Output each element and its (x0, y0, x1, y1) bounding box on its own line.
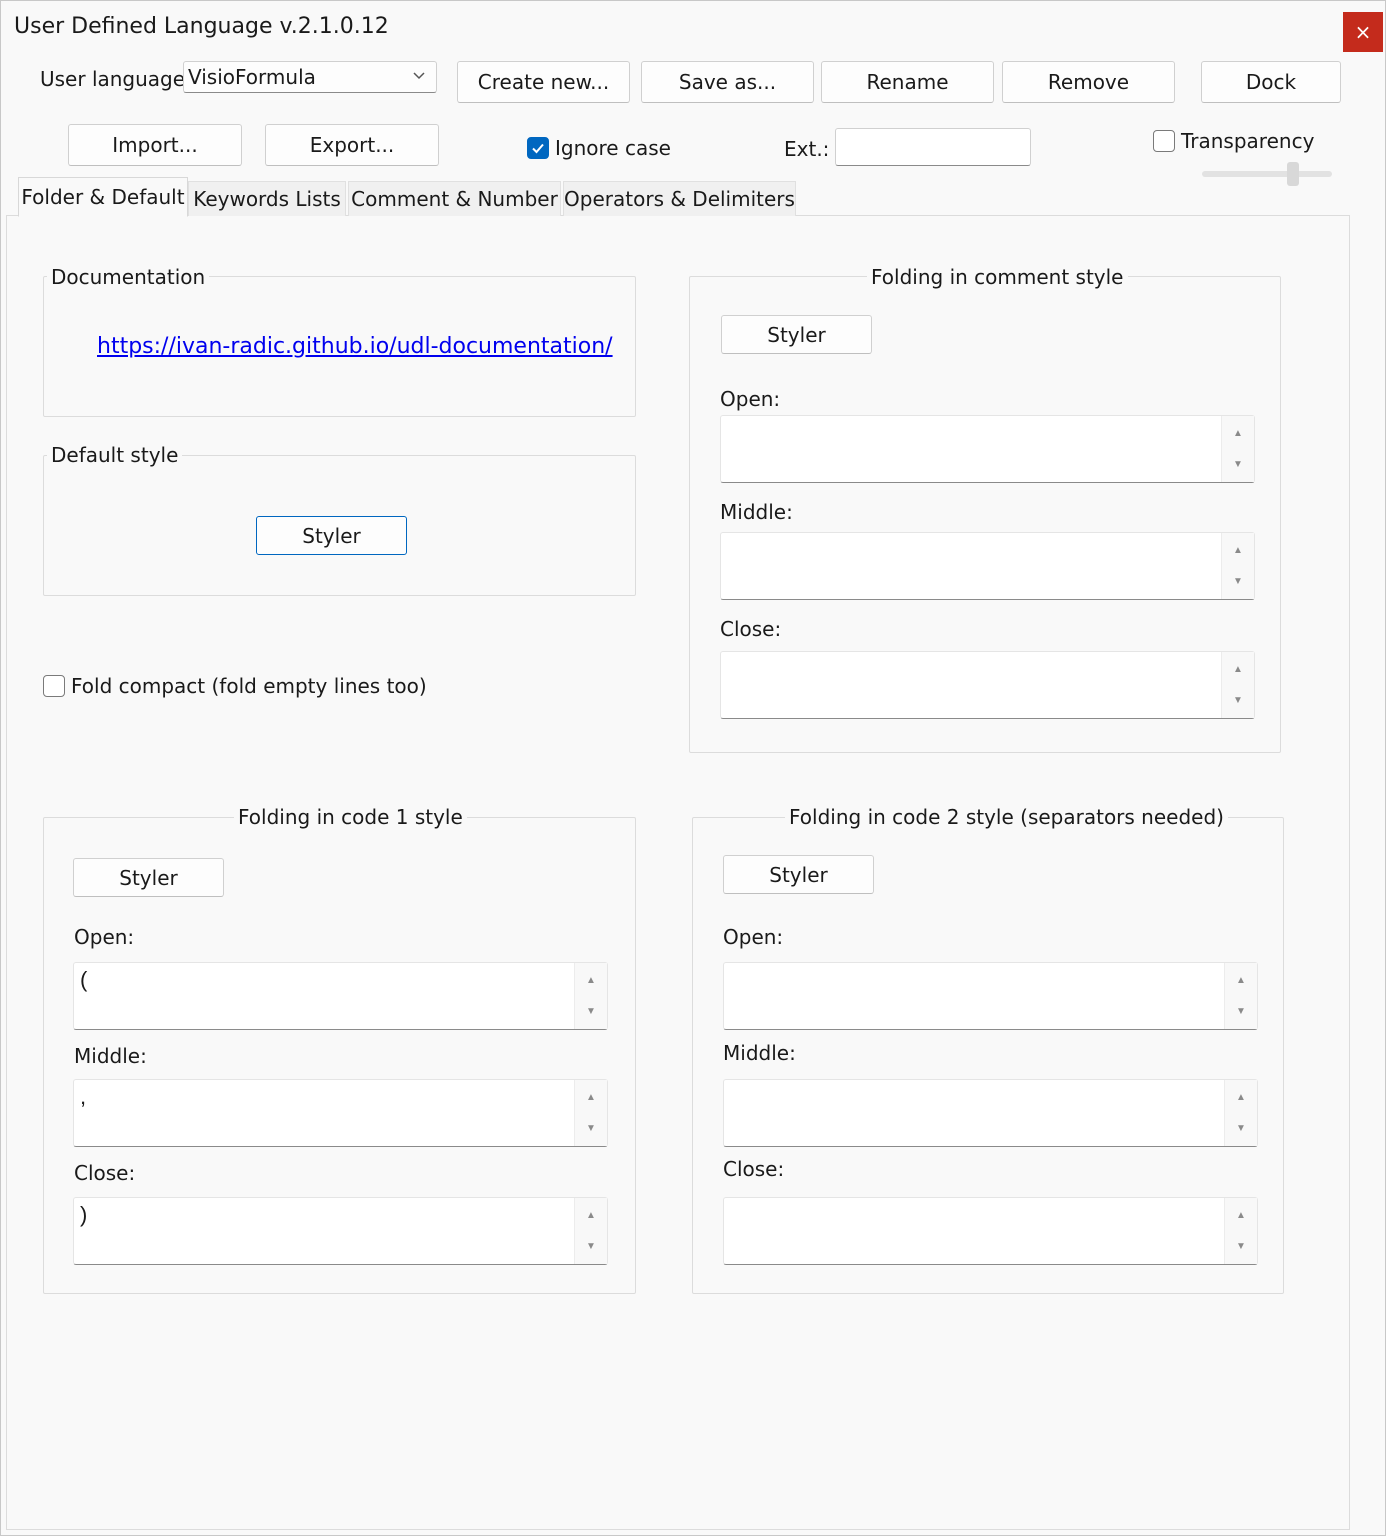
fold-compact-label: Fold compact (fold empty lines too) (71, 674, 427, 698)
transparency-slider-thumb[interactable] (1287, 162, 1299, 186)
folding-code1-open-label: Open: (74, 925, 135, 949)
scroll-down-icon[interactable]: ▼ (1225, 1006, 1257, 1017)
folding-comment-middle-label: Middle: (720, 500, 793, 524)
documentation-link[interactable]: https://ivan-radic.github.io/udl-documen… (97, 334, 613, 359)
window-title: User Defined Language v.2.1.0.12 (14, 14, 389, 39)
scroll-down-icon[interactable]: ▼ (1225, 1123, 1257, 1134)
close-icon: × (1354, 20, 1372, 44)
scroll-up-icon[interactable]: ▲ (1222, 428, 1254, 439)
scrollbar[interactable]: ▲ ▼ (1221, 652, 1254, 718)
ignore-case-checkbox[interactable] (527, 137, 549, 159)
ignore-case-label: Ignore case (555, 136, 671, 160)
tab-folder-default[interactable]: Folder & Default (18, 177, 188, 217)
transparency-label: Transparency (1181, 129, 1315, 153)
scrollbar[interactable]: ▲ ▼ (574, 1198, 607, 1264)
remove-button[interactable]: Remove (1002, 61, 1175, 103)
scroll-up-icon[interactable]: ▲ (1225, 975, 1257, 986)
folding-code1-open-value: ( (80, 967, 88, 992)
scroll-up-icon[interactable]: ▲ (575, 1210, 607, 1221)
scroll-down-icon[interactable]: ▼ (1222, 576, 1254, 587)
folding-code2-middle-input[interactable]: ▲ ▼ (723, 1079, 1258, 1147)
folding-code1-close-value: ) (80, 1202, 88, 1227)
user-language-label: User language: (40, 67, 192, 91)
folding-comment-title: Folding in comment style (867, 265, 1128, 289)
folding-code1-close-input[interactable]: ) ▲ ▼ (73, 1197, 608, 1265)
scroll-down-icon[interactable]: ▼ (1222, 695, 1254, 706)
transparency-slider[interactable] (1202, 171, 1332, 177)
ext-input[interactable] (835, 128, 1031, 166)
chevron-down-icon (402, 69, 436, 85)
scrollbar[interactable]: ▲ ▼ (1224, 1198, 1257, 1264)
folding-code1-middle-input[interactable]: , ▲ ▼ (73, 1079, 608, 1147)
scroll-up-icon[interactable]: ▲ (1225, 1210, 1257, 1221)
tab-operators-delimiters[interactable]: Operators & Delimiters (563, 181, 796, 216)
save-as-button[interactable]: Save as... (641, 61, 814, 103)
scroll-down-icon[interactable]: ▼ (575, 1006, 607, 1017)
folding-comment-middle-input[interactable]: ▲ ▼ (720, 532, 1255, 600)
folding-comment-open-label: Open: (720, 387, 781, 411)
scroll-up-icon[interactable]: ▲ (1225, 1092, 1257, 1103)
folding-comment-close-label: Close: (720, 617, 782, 641)
default-style-title: Default style (47, 443, 183, 467)
folding-comment-open-input[interactable]: ▲ ▼ (720, 415, 1255, 483)
folding-comment-close-input[interactable]: ▲ ▼ (720, 651, 1255, 719)
transparency-checkbox[interactable] (1153, 130, 1175, 152)
export-button[interactable]: Export... (265, 124, 439, 166)
documentation-title: Documentation (47, 265, 210, 289)
scroll-down-icon[interactable]: ▼ (1222, 459, 1254, 470)
folding-code1-title: Folding in code 1 style (234, 805, 467, 829)
scrollbar[interactable]: ▲ ▼ (574, 963, 607, 1029)
folding-code2-open-input[interactable]: ▲ ▼ (723, 962, 1258, 1030)
import-button[interactable]: Import... (68, 124, 242, 166)
fold-compact-checkbox[interactable] (43, 675, 65, 697)
scrollbar[interactable]: ▲ ▼ (1224, 963, 1257, 1029)
folding-code1-middle-label: Middle: (74, 1044, 147, 1068)
folding-code1-styler-button[interactable]: Styler (73, 858, 224, 897)
scroll-down-icon[interactable]: ▼ (1225, 1241, 1257, 1252)
tab-comment-number[interactable]: Comment & Number (348, 181, 561, 216)
folding-code1-close-label: Close: (74, 1161, 136, 1185)
create-new-button[interactable]: Create new... (457, 61, 630, 103)
tab-keywords-lists[interactable]: Keywords Lists (188, 181, 346, 216)
scroll-down-icon[interactable]: ▼ (575, 1241, 607, 1252)
ext-label: Ext.: (784, 137, 830, 161)
scrollbar[interactable]: ▲ ▼ (1221, 533, 1254, 599)
folding-code1-open-input[interactable]: ( ▲ ▼ (73, 962, 608, 1030)
user-language-select[interactable]: VisioFormula (183, 61, 437, 93)
dock-button[interactable]: Dock (1201, 61, 1341, 103)
rename-button[interactable]: Rename (821, 61, 994, 103)
default-styler-button[interactable]: Styler (256, 516, 407, 555)
folding-code1-middle-value: , (80, 1084, 87, 1109)
folding-code2-middle-label: Middle: (723, 1041, 796, 1065)
close-button[interactable]: × (1343, 12, 1383, 52)
scroll-up-icon[interactable]: ▲ (575, 1092, 607, 1103)
scroll-up-icon[interactable]: ▲ (1222, 664, 1254, 675)
folding-code2-open-label: Open: (723, 925, 784, 949)
folding-code2-close-input[interactable]: ▲ ▼ (723, 1197, 1258, 1265)
scrollbar[interactable]: ▲ ▼ (574, 1080, 607, 1146)
folding-code2-title: Folding in code 2 style (separators need… (785, 805, 1228, 829)
scroll-up-icon[interactable]: ▲ (575, 975, 607, 986)
folding-code2-styler-button[interactable]: Styler (723, 855, 874, 894)
scrollbar[interactable]: ▲ ▼ (1224, 1080, 1257, 1146)
folding-code2-close-label: Close: (723, 1157, 785, 1181)
check-icon (532, 143, 544, 154)
scroll-up-icon[interactable]: ▲ (1222, 545, 1254, 556)
scroll-down-icon[interactable]: ▼ (575, 1123, 607, 1134)
scrollbar[interactable]: ▲ ▼ (1221, 416, 1254, 482)
folding-comment-styler-button[interactable]: Styler (721, 315, 872, 354)
user-language-value: VisioFormula (188, 65, 316, 89)
